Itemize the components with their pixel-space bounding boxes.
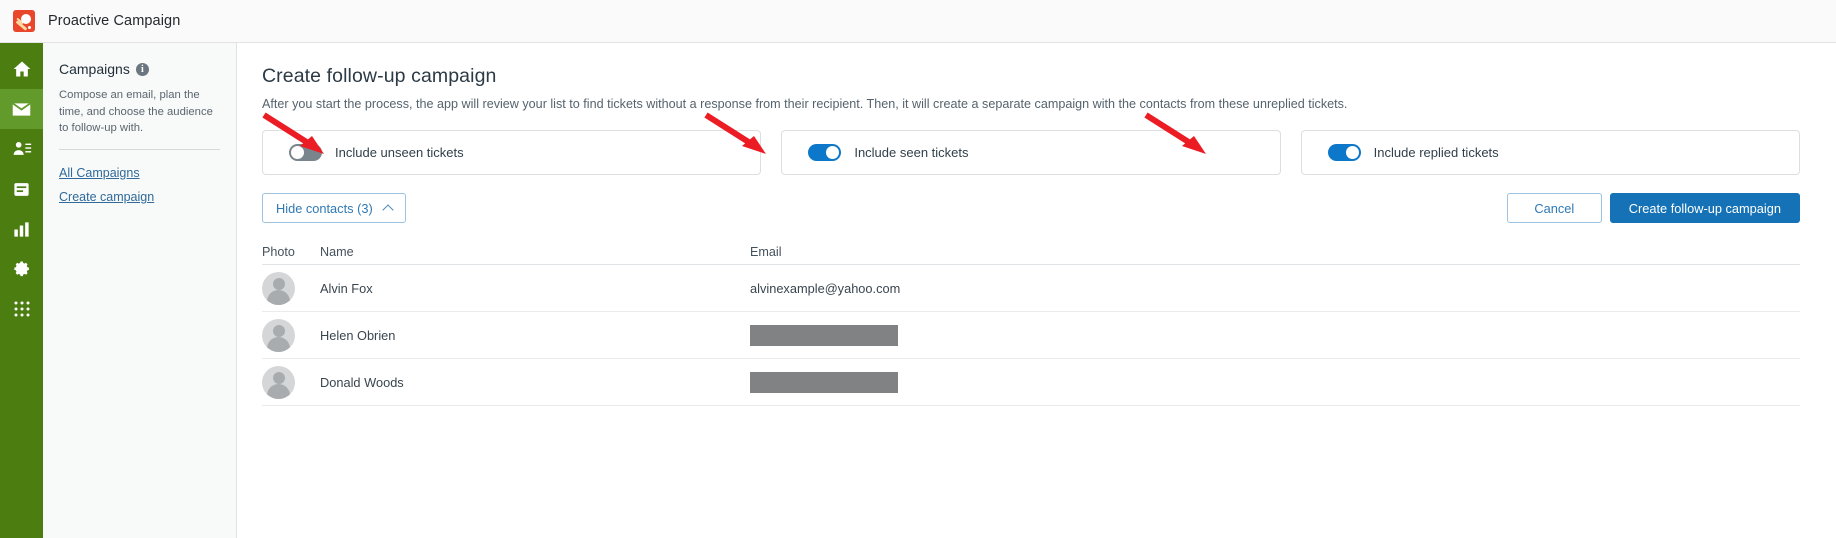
application-window: Proactive Campaign Campaigns i Compose a… xyxy=(0,0,1836,538)
main-content: Create follow-up campaign After you star… xyxy=(238,43,1836,538)
cancel-button[interactable]: Cancel xyxy=(1506,193,1602,223)
toggle-label-seen-tickets: Include seen tickets xyxy=(854,145,969,160)
panel-heading-row: Campaigns i xyxy=(59,61,220,77)
contact-avatar-cell xyxy=(262,271,320,305)
rail-item-home[interactable] xyxy=(0,49,43,89)
table-row[interactable]: Helen Obrien xyxy=(262,312,1800,359)
primary-actions: Cancel Create follow-up campaign xyxy=(1506,193,1800,223)
rail-item-apps[interactable] xyxy=(0,289,43,329)
page-title: Create follow-up campaign xyxy=(262,65,497,87)
rail-item-reports[interactable] xyxy=(0,209,43,249)
table-row[interactable]: Alvin Fox alvinexample@yahoo.com xyxy=(262,265,1800,312)
panel-description: Compose an email, plan the time, and cho… xyxy=(59,89,213,135)
contact-email-redacted xyxy=(750,371,1800,393)
contact-email-redacted xyxy=(750,324,1800,346)
contact-avatar-cell xyxy=(262,318,320,352)
column-header-photo: Photo xyxy=(262,244,295,259)
avatar xyxy=(262,365,295,399)
rail-item-contacts[interactable] xyxy=(0,129,43,169)
toggle-switch-unseen-tickets[interactable] xyxy=(289,144,322,161)
rail-item-mail[interactable] xyxy=(0,89,43,129)
toggle-switch-seen-tickets[interactable] xyxy=(808,144,842,161)
panel-divider xyxy=(59,149,220,151)
contact-email: alvinexample@yahoo.com xyxy=(750,280,901,296)
apps-grid-icon xyxy=(14,301,29,317)
contacts-table: Photo Name Email Alvin Fox alvinexample@… xyxy=(262,239,1800,406)
contact-name: Alvin Fox xyxy=(320,280,373,296)
title-bar: Proactive Campaign xyxy=(0,0,1836,43)
column-header-email: Email xyxy=(750,244,782,259)
contact-name: Donald Woods xyxy=(320,374,404,390)
avatar xyxy=(262,318,295,352)
page-subtitle: After you start the process, the app wil… xyxy=(262,97,1348,111)
gear-icon xyxy=(13,261,29,277)
panel-links: All Campaigns Create campaign xyxy=(59,166,220,204)
rail-item-settings[interactable] xyxy=(0,249,43,289)
mail-icon xyxy=(12,102,31,116)
redaction-block xyxy=(750,371,898,393)
link-all-campaigns[interactable]: All Campaigns xyxy=(59,166,140,180)
app-title: Proactive Campaign xyxy=(48,13,181,29)
inbox-icon xyxy=(14,182,29,196)
contact-avatar-cell xyxy=(262,365,320,399)
redaction-block xyxy=(750,324,898,346)
toggle-label-unseen-tickets: Include unseen tickets xyxy=(335,145,464,160)
chevron-up-icon xyxy=(382,203,394,216)
column-header-name: Name xyxy=(320,244,354,259)
contact-name: Helen Obrien xyxy=(320,327,396,343)
toggle-label-replied-tickets: Include replied tickets xyxy=(1373,145,1499,160)
contacts-icon xyxy=(13,142,31,155)
chart-icon xyxy=(14,221,29,237)
actions-row: Hide contacts (3) Cancel Create follow-u… xyxy=(262,193,1800,223)
panel-title: Campaigns xyxy=(59,61,130,77)
table-row[interactable]: Donald Woods xyxy=(262,359,1800,406)
create-follow-up-campaign-button[interactable]: Create follow-up campaign xyxy=(1609,193,1800,223)
primary-nav-rail xyxy=(0,43,43,538)
toggle-card-unseen-tickets[interactable]: Include unseen tickets xyxy=(262,130,762,175)
hide-contacts-label: Hide contacts (3) xyxy=(276,200,373,216)
table-header: Photo Name Email xyxy=(262,239,1800,265)
toggle-switch-replied-tickets[interactable] xyxy=(1327,144,1361,161)
info-icon[interactable]: i xyxy=(135,62,149,76)
toggle-card-replied-tickets[interactable]: Include replied tickets xyxy=(1300,130,1800,175)
ticket-filter-toggles: Include unseen tickets Include seen tick… xyxy=(262,130,1800,175)
campaigns-side-panel: Campaigns i Compose an email, plan the t… xyxy=(43,43,237,538)
toggle-card-seen-tickets[interactable]: Include seen tickets xyxy=(781,130,1281,175)
home-icon xyxy=(13,61,30,77)
proactive-campaign-logo-icon xyxy=(13,10,35,32)
rail-item-inbox[interactable] xyxy=(0,169,43,209)
link-create-campaign[interactable]: Create campaign xyxy=(59,190,154,204)
avatar xyxy=(262,271,295,305)
hide-contacts-button[interactable]: Hide contacts (3) xyxy=(262,193,406,223)
